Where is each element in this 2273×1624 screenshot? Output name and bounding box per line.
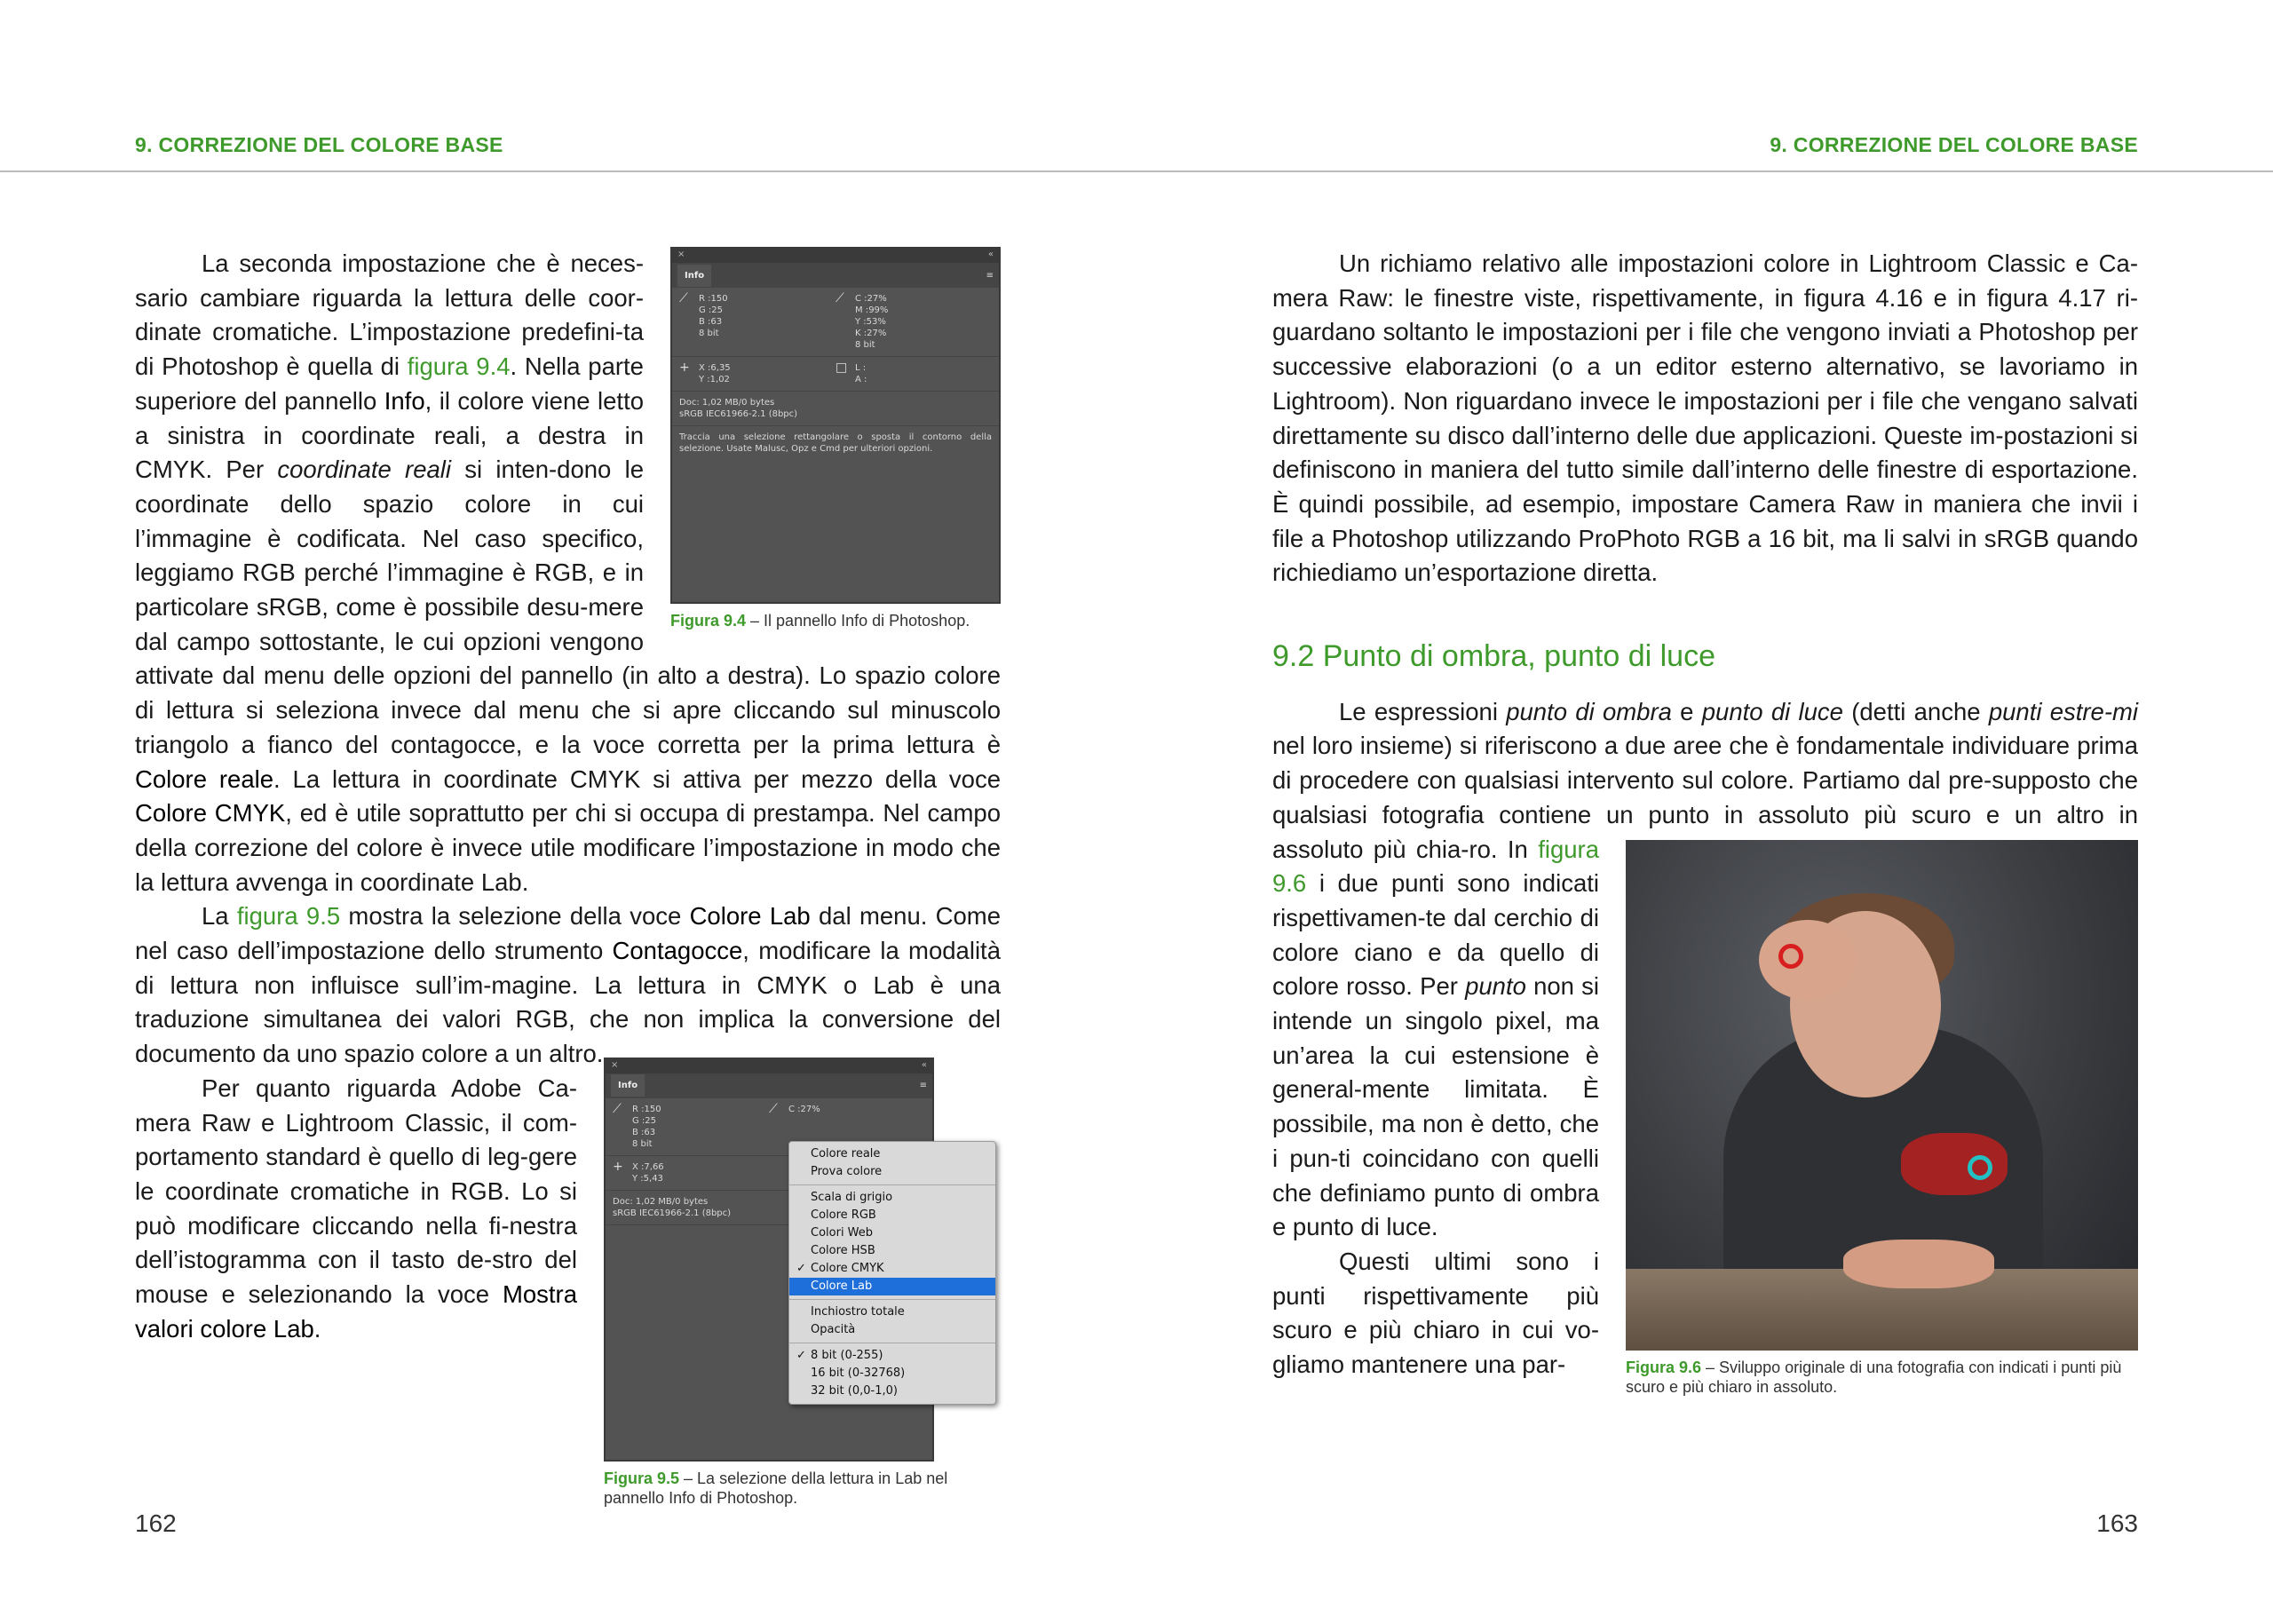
- figure-9-4: × « Info ≡ ⟋ R :150 G :25 B :63 8 bit ⟋ C …: [670, 247, 1001, 630]
- figure-9-4-caption: Figura 9.4 – Il pannello Info di Photosh…: [670, 612, 970, 630]
- menu-item[interactable]: Inchiostro totale: [789, 1303, 995, 1321]
- shadow-point-marker: [1968, 1154, 1992, 1180]
- close-icon: ×: [611, 1059, 619, 1070]
- figure-9-6: Figura 9.6 – Sviluppo originale di una f…: [1626, 839, 2138, 1397]
- figure-9-5-ref: figura 9.5: [236, 902, 341, 931]
- figure-9-4-ref: figura 9.4: [407, 353, 511, 381]
- header-rule: [0, 170, 2273, 172]
- eyedropper-icon: ⟋: [769, 1101, 778, 1116]
- menu-item[interactable]: 32 bit (0,0-1,0): [789, 1382, 995, 1400]
- menu-item[interactable]: Opacità: [789, 1321, 995, 1339]
- menu-item[interactable]: 16 bit (0-32768): [789, 1365, 995, 1382]
- info-panel-screenshot: × « Info ≡ ⟋ R :150 G :25 B :63 8 bit ⟋ C …: [670, 247, 1001, 604]
- running-header-left: 9. CORREZIONE DEL COLORE BASE: [135, 133, 503, 156]
- eyedropper-mode-menu: Colore reale Prova colore Scala di grigi…: [788, 1140, 996, 1405]
- info-tab: Info: [611, 1074, 645, 1097]
- panel-menu-icon: ≡: [986, 270, 994, 281]
- eyedropper-icon: ⟋: [613, 1101, 622, 1116]
- crosshair-icon: +: [613, 1159, 623, 1174]
- left-page-text: × « Info ≡ ⟋ R :150 G :25 B :63 8 bit ⟋ C …: [135, 247, 1001, 1508]
- close-icon: ×: [677, 250, 685, 259]
- selection-size-icon: □: [836, 360, 848, 375]
- highlight-point-marker: [1778, 943, 1803, 969]
- menu-item[interactable]: Colori Web: [789, 1224, 995, 1242]
- check-icon: ✓: [796, 1348, 806, 1362]
- menu-item[interactable]: Colore HSB: [789, 1242, 995, 1260]
- menu-item[interactable]: Colore RGB: [789, 1207, 995, 1224]
- menu-item-8bit[interactable]: ✓ 8 bit (0-255): [789, 1347, 995, 1365]
- figure-9-6-caption: Figura 9.6 – Sviluppo originale di una f…: [1626, 1358, 2122, 1396]
- collapse-icon: «: [987, 250, 994, 259]
- eyedropper-icon: ⟋: [836, 291, 844, 305]
- collapse-icon: «: [921, 1059, 927, 1070]
- figure-9-5-caption: Figura 9.5 – La selezione della lettura …: [604, 1469, 948, 1507]
- figure-9-5: × « Info ≡ ⟋ R :150 G :25 B :63 8 bit ⟋ C …: [604, 1057, 1001, 1508]
- right-page-text: Un richiamo relativo alle impostazioni c…: [1272, 250, 2139, 1397]
- eyedropper-icon: ⟋: [679, 291, 688, 305]
- check-icon: ✓: [796, 1261, 806, 1275]
- page-number-left: 162: [135, 1509, 177, 1537]
- menu-item[interactable]: Scala di grigio: [789, 1189, 995, 1207]
- portrait-photo: [1626, 839, 2138, 1351]
- menu-item-lab-selected[interactable]: Colore Lab: [789, 1277, 995, 1295]
- menu-item[interactable]: Colore reale: [789, 1145, 995, 1163]
- panel-menu-icon: ≡: [919, 1081, 927, 1091]
- crosshair-icon: +: [679, 360, 690, 375]
- section-heading: 9.2 Punto di ombra, punto di luce: [1272, 639, 1715, 674]
- running-header-right: 9. CORREZIONE DEL COLORE BASE: [1770, 133, 2138, 156]
- menu-item-cmyk[interactable]: ✓ Colore CMYK: [789, 1260, 995, 1278]
- page-number-right: 163: [2096, 1509, 2138, 1537]
- info-tab: Info: [677, 264, 712, 287]
- menu-item[interactable]: Prova colore: [789, 1163, 995, 1181]
